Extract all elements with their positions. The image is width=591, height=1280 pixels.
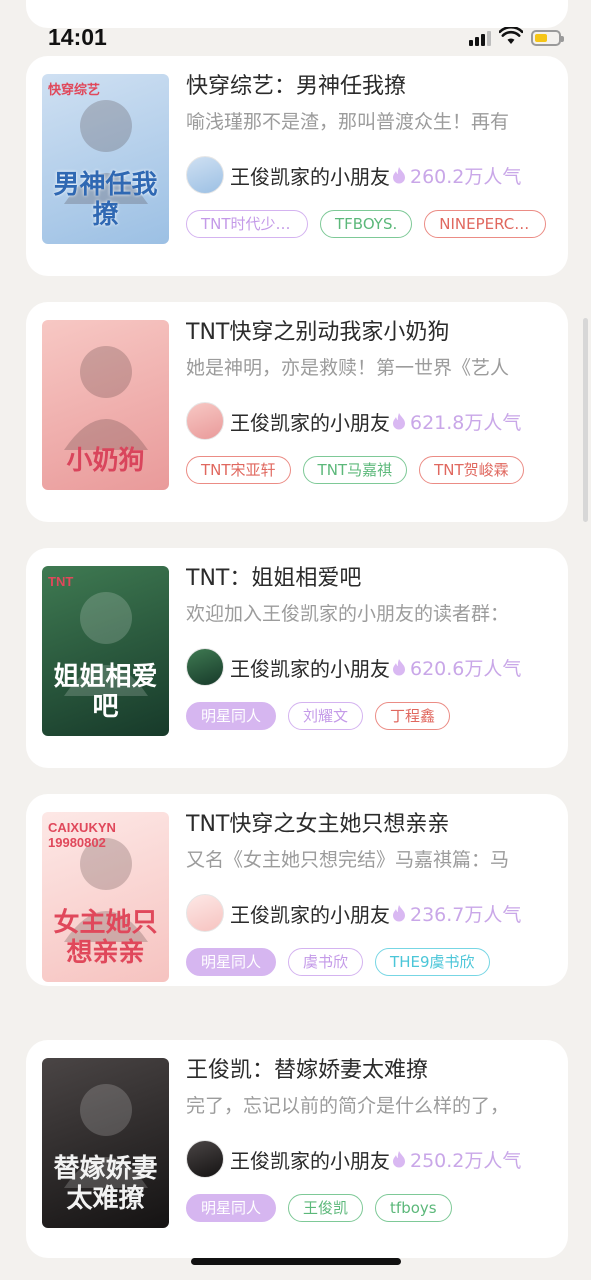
tag-chip[interactable]: 明星同人 [186, 948, 277, 976]
cover-top-text: CAIXUKYN 19980802 [48, 820, 116, 850]
book-cover[interactable]: 快穿综艺男神任我撩 [42, 74, 169, 244]
fire-icon [392, 658, 406, 676]
fire-icon [392, 166, 406, 184]
status-time: 14:01 [48, 24, 107, 50]
popularity-count: 250.2万人气 [410, 1149, 522, 1172]
status-icons [469, 25, 564, 49]
cover-title-text: 替嫁娇妻太难撩 [53, 1154, 158, 1214]
book-description: 完了，忘记以前的简介是什么样的了， [186, 1095, 510, 1117]
tag-chip[interactable]: 王俊凯 [288, 1194, 364, 1222]
tag-list: 明星同人 王俊凯 tfboys [186, 1194, 452, 1222]
cellular-signal-icon [469, 30, 491, 46]
author-avatar[interactable] [186, 156, 224, 194]
book-title[interactable]: 王俊凯：替嫁娇妻太难撩 [186, 1056, 556, 1086]
author-name[interactable]: 王俊凯家的小朋友 [230, 653, 390, 682]
author-name[interactable]: 王俊凯家的小朋友 [230, 899, 390, 928]
book-description: 欢迎加入王俊凯家的小朋友的读者群： [186, 603, 510, 625]
tag-chip[interactable]: 丁程鑫 [375, 702, 451, 730]
book-title[interactable]: TNT：姐姐相爱吧 [186, 564, 556, 594]
home-indicator[interactable] [191, 1258, 401, 1265]
book-card[interactable]: 替嫁娇妻太难撩 王俊凯：替嫁娇妻太难撩完了，忘记以前的简介是什么样的了， 王俊凯家的… [26, 1040, 568, 1258]
popularity-count: 621.8万人气 [410, 411, 522, 434]
book-cover[interactable]: 小奶狗 [42, 320, 169, 490]
book-title[interactable]: TNT快穿之女主她只想亲亲 [186, 810, 556, 840]
book-card[interactable]: TNT 姐姐相爱吧 TNT：姐姐相爱吧欢迎加入王俊凯家的小朋友的读者群： 王俊凯家的小… [26, 548, 568, 768]
tag-chip[interactable]: TNT时代少年团 [186, 210, 308, 238]
author-name[interactable]: 王俊凯家的小朋友 [230, 407, 390, 436]
book-description: 她是神明，亦是救赎！第一世界《艺人 [186, 357, 510, 379]
popularity-count: 236.7万人气 [410, 903, 522, 926]
author-row: 王俊凯家的小朋友 236.7万人气 [186, 894, 521, 932]
book-cover[interactable]: 替嫁娇妻太难撩 [42, 1058, 169, 1228]
author-row: 王俊凯家的小朋友 621.8万人气 [186, 402, 521, 440]
tag-chip[interactable]: 虞书欣 [288, 948, 364, 976]
author-avatar[interactable] [186, 402, 224, 440]
cover-top-text: 快穿综艺 [48, 82, 101, 97]
popularity-count: 260.2万人气 [410, 165, 522, 188]
cover-title-text: 姐姐相爱吧 [53, 662, 158, 722]
book-cover[interactable]: CAIXUKYN 19980802 女主她只想亲亲 [42, 812, 169, 982]
tag-chip[interactable]: THE9虞书欣 [375, 948, 490, 976]
cover-title-text: 小奶狗 [66, 446, 145, 476]
tag-chip[interactable]: TFBOYS. [320, 210, 413, 238]
book-title[interactable]: 快穿综艺：男神任我撩 [186, 72, 556, 102]
author-row: 王俊凯家的小朋友 260.2万人气 [186, 156, 521, 194]
tag-chip[interactable]: TNT贺峻霖 [419, 456, 524, 484]
cover-title-text: 女主她只想亲亲 [53, 908, 158, 968]
battery-icon [531, 30, 564, 46]
cover-title-text: 男神任我撩 [53, 170, 158, 230]
tag-chip[interactable]: 明星同人 [186, 702, 277, 730]
author-avatar[interactable] [186, 894, 224, 932]
tag-chip[interactable]: 明星同人 [186, 1194, 277, 1222]
cover-top-text: TNT [48, 574, 74, 589]
tag-list: TNT宋亚轩 TNT马嘉祺 TNT贺峻霖 [186, 456, 524, 484]
book-card[interactable]: 小奶狗 TNT快穿之别动我家小奶狗她是神明，亦是救赎！第一世界《艺人王俊凯家的小朋… [26, 302, 568, 522]
fire-icon [392, 904, 406, 922]
tag-list: 明星同人 刘耀文 丁程鑫 [186, 702, 451, 730]
tag-chip[interactable]: TNT马嘉祺 [302, 456, 408, 484]
author-row: 王俊凯家的小朋友 620.6万人气 [186, 648, 521, 686]
fire-icon [392, 412, 406, 430]
author-avatar[interactable] [186, 648, 224, 686]
author-avatar[interactable] [186, 1140, 224, 1178]
book-title[interactable]: TNT快穿之别动我家小奶狗 [186, 318, 556, 348]
author-name[interactable]: 王俊凯家的小朋友 [230, 1145, 390, 1174]
author-row: 王俊凯家的小朋友 250.2万人气 [186, 1140, 521, 1178]
book-cover[interactable]: TNT 姐姐相爱吧 [42, 566, 169, 736]
book-card-previous[interactable] [26, 0, 568, 28]
tag-list: TNT时代少年团 TFBOYS. NINEPERCENT [186, 210, 547, 238]
tag-chip[interactable]: 刘耀文 [288, 702, 364, 730]
tag-list: 明星同人 虞书欣 THE9虞书欣 [186, 948, 490, 976]
popularity-count: 620.6万人气 [410, 657, 522, 680]
scrollbar[interactable] [583, 318, 588, 522]
tag-chip[interactable]: NINEPERCENT [424, 210, 547, 238]
book-card[interactable]: 快穿综艺 男神任我撩 快穿综艺：男神任我撩 喻浅瑾那不是渣，那叫普渡众生！再有 王俊凯家… [26, 56, 568, 276]
tag-chip[interactable]: tfboys [375, 1194, 452, 1222]
fire-icon [392, 1150, 406, 1168]
book-description: 又名《女主她只想完结》马嘉祺篇：马 [186, 849, 510, 871]
author-name[interactable]: 王俊凯家的小朋友 [230, 161, 390, 190]
wifi-icon [498, 25, 524, 49]
tag-chip[interactable]: TNT宋亚轩 [186, 456, 291, 484]
book-card[interactable]: CAIXUKYN 19980802 女主她只想亲亲 TNT快穿之女主她只想亲亲又名《… [26, 794, 568, 986]
book-description: 喻浅瑾那不是渣，那叫普渡众生！再有 [186, 111, 510, 133]
